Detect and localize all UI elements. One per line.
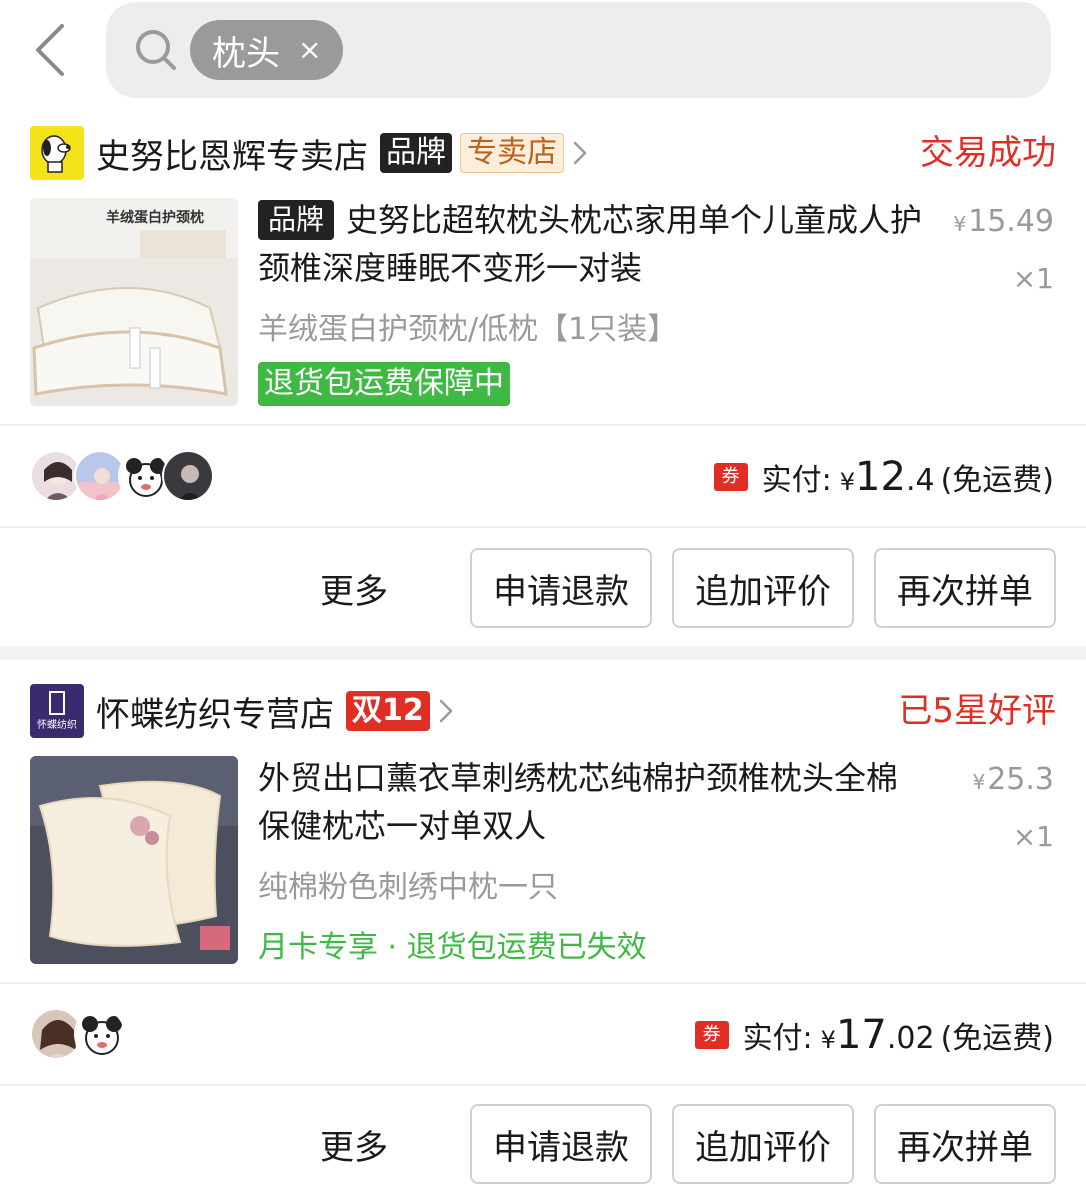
group-avatars[interactable] xyxy=(30,1008,126,1060)
order-status: 交易成功 xyxy=(920,133,1056,173)
return-shipping-badge: 退货包运费保障中 xyxy=(258,362,510,406)
store-header[interactable]: 史努比恩辉专卖店 品牌 专卖店 xyxy=(30,126,1056,180)
search-keyword: 枕头 xyxy=(212,33,280,74)
quantity: ×1 xyxy=(1012,262,1054,295)
chevron-right-icon xyxy=(573,141,587,165)
brand-tag: 品牌 xyxy=(380,133,452,173)
order-actions: 更多 申请退款 追加评价 再次拼单 xyxy=(320,1104,1056,1184)
divider xyxy=(0,982,1086,984)
membership-note: 月卡专享 · 退货包运费已失效 xyxy=(258,930,647,965)
product-title[interactable]: 品牌 史努比超软枕头枕芯家用单个儿童成人护颈椎深度睡眠不变形一对装 xyxy=(258,196,926,292)
reorder-button[interactable]: 再次拼单 xyxy=(874,548,1056,628)
product-sku: 纯棉粉色刺绣中枕一只 xyxy=(258,870,558,905)
back-button[interactable] xyxy=(30,22,74,78)
amount-paid: 券 实付: ¥ 17.02 (免运费) xyxy=(694,1012,1054,1058)
promo-tag: 双12 xyxy=(346,691,430,731)
more-button[interactable]: 更多 xyxy=(320,564,388,613)
shipping-note: (免运费) xyxy=(940,463,1054,498)
quantity: ×1 xyxy=(1012,820,1054,853)
add-review-button[interactable]: 追加评价 xyxy=(672,1104,854,1184)
store-logo: 怀蝶纺织 xyxy=(30,684,84,738)
top-bar: 枕头 × xyxy=(0,0,1086,112)
search-icon xyxy=(136,30,176,70)
paid-amount-int: 12 xyxy=(855,454,906,500)
paid-label: 实付: xyxy=(742,1021,813,1056)
product-image[interactable] xyxy=(30,756,238,964)
product-image[interactable]: 羊绒蛋白护颈枕 xyxy=(30,198,238,406)
original-price: ¥25.3 xyxy=(972,762,1054,797)
reorder-button[interactable]: 再次拼单 xyxy=(874,1104,1056,1184)
store-name: 怀蝶纺织专营店 xyxy=(96,694,334,735)
product-title[interactable]: 外贸出口薰衣草刺绣枕芯纯棉护颈椎枕头全棉保健枕芯一对单双人 xyxy=(258,754,926,850)
refund-button[interactable]: 申请退款 xyxy=(470,548,652,628)
avatar xyxy=(74,1008,126,1060)
product-title-text: 史努比超软枕头枕芯家用单个儿童成人护颈椎深度睡眠不变形一对装 xyxy=(258,201,923,287)
shipping-note: (免运费) xyxy=(940,1021,1054,1056)
divider xyxy=(0,526,1086,528)
paid-amount-dec: .02 xyxy=(886,1021,935,1056)
paid-amount-dec: .4 xyxy=(905,463,935,498)
divider xyxy=(0,424,1086,426)
refund-button[interactable]: 申请退款 xyxy=(470,1104,652,1184)
search-bar[interactable]: 枕头 × xyxy=(106,2,1051,98)
search-keyword-chip[interactable]: 枕头 × xyxy=(190,20,344,80)
store-logo-text: 怀蝶纺织 xyxy=(37,718,77,731)
avatar xyxy=(162,450,214,502)
store-type-tag: 专卖店 xyxy=(460,133,564,173)
amount-paid: 券 实付: ¥ 12.4 (免运费) xyxy=(713,454,1054,500)
group-avatars[interactable] xyxy=(30,450,214,502)
product-sku: 羊绒蛋白护颈枕/低枕【1只装】 xyxy=(258,312,678,347)
add-review-button[interactable]: 追加评价 xyxy=(672,548,854,628)
image-caption: 羊绒蛋白护颈枕 xyxy=(106,209,204,226)
chevron-left-icon xyxy=(36,24,64,76)
store-name: 史努比恩辉专卖店 xyxy=(96,136,368,177)
paid-label: 实付: xyxy=(761,463,832,498)
order-actions: 更多 申请退款 追加评价 再次拼单 xyxy=(320,548,1056,628)
section-gap xyxy=(0,646,1086,660)
chevron-right-icon xyxy=(439,699,452,723)
brand-inline-tag: 品牌 xyxy=(258,200,335,240)
order-card: 史努比恩辉专卖店 品牌 专卖店 交易成功 羊绒蛋白护颈枕 品牌 史努比超软枕头枕芯… xyxy=(0,112,1086,646)
clear-keyword-icon[interactable]: × xyxy=(298,36,321,64)
coupon-icon: 券 xyxy=(713,463,748,491)
original-price: ¥15.49 xyxy=(953,204,1054,239)
order-card: 怀蝶纺织 怀蝶纺织专营店 双12 已5星好评 外贸出口薰衣草刺绣枕芯纯棉护颈椎枕… xyxy=(0,660,1086,1200)
more-button[interactable]: 更多 xyxy=(320,1120,388,1169)
coupon-icon: 券 xyxy=(694,1021,729,1049)
paid-amount-int: 17 xyxy=(835,1012,887,1058)
divider xyxy=(0,1084,1086,1086)
order-status: 已5星好评 xyxy=(898,691,1056,731)
store-logo xyxy=(30,126,84,180)
